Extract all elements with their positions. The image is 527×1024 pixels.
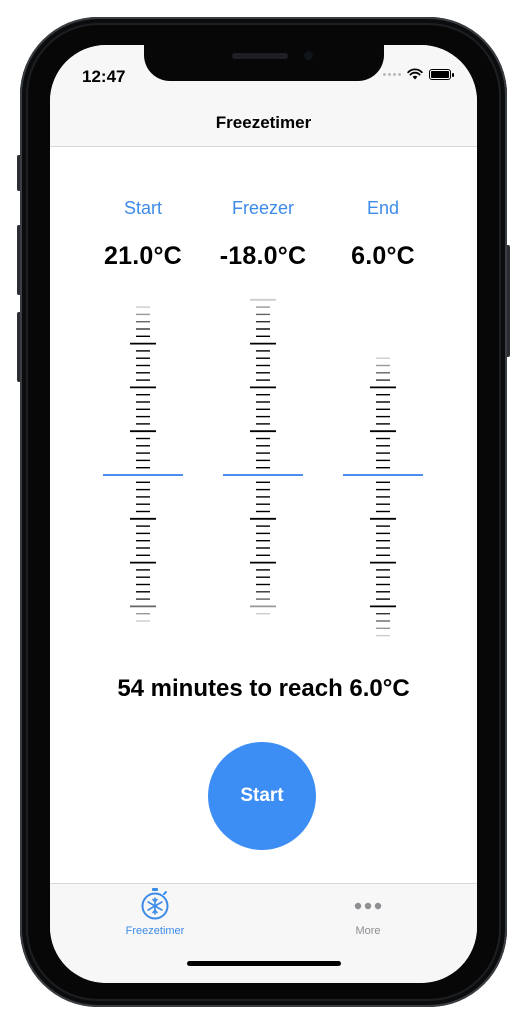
tab-more-label: More xyxy=(355,925,381,937)
tab-more[interactable]: More xyxy=(308,884,428,944)
screen: Freezetimer 12:47 Start Freezer End 21.0… xyxy=(50,45,477,983)
start-button[interactable]: Start xyxy=(208,742,316,850)
more-dots-icon xyxy=(354,902,382,910)
snowflake-stopwatch-icon xyxy=(141,888,169,920)
tab-freezetimer[interactable]: Freezetimer xyxy=(95,884,215,944)
tab-freezetimer-label: Freezetimer xyxy=(125,925,185,937)
home-indicator xyxy=(187,961,341,966)
tab-bar: Freezetimer More xyxy=(50,883,477,983)
result-text: 54 minutes to reach 6.0°C xyxy=(117,675,410,702)
